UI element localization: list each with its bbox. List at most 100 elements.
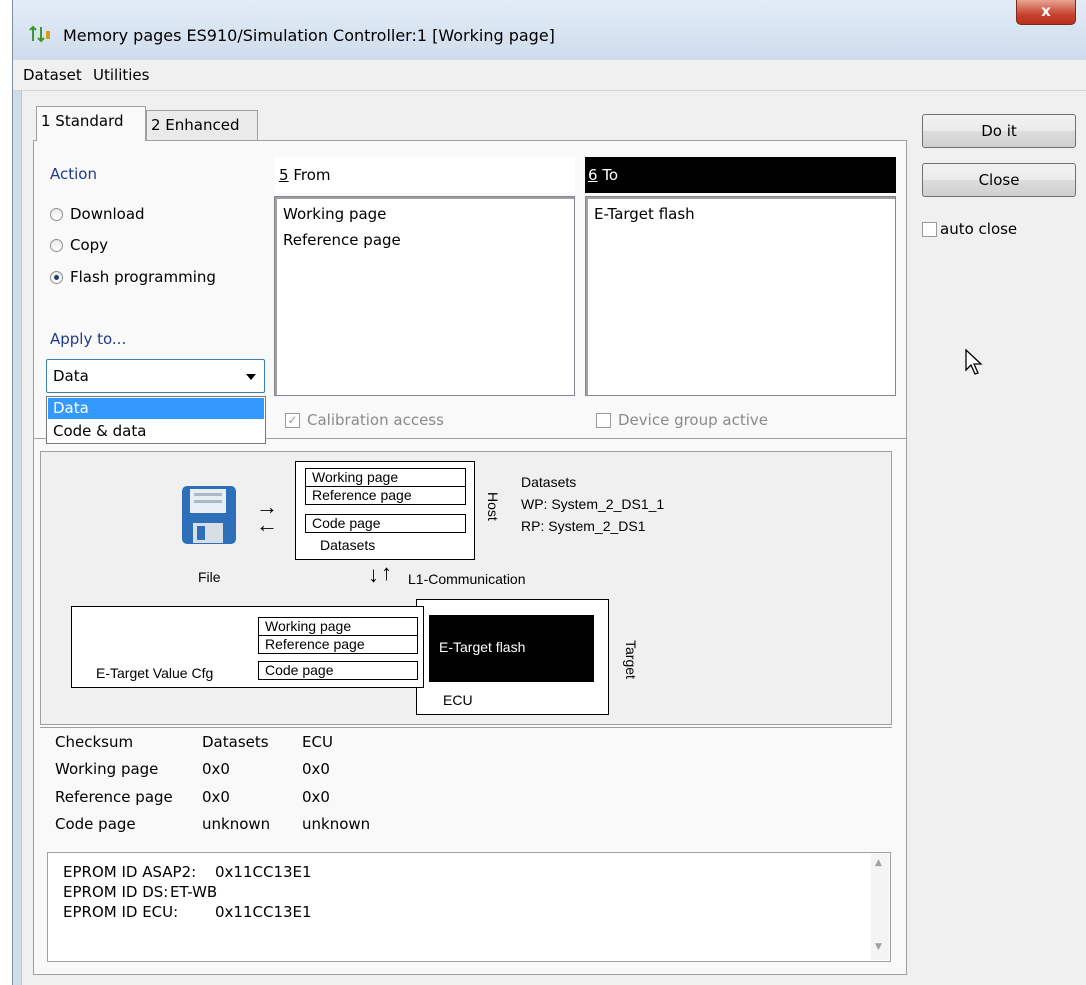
apply-to-selected: Data bbox=[53, 367, 89, 385]
apply-to-combobox[interactable]: Data bbox=[46, 359, 265, 393]
mouse-cursor-icon bbox=[964, 348, 984, 382]
target-working-page-box: Working page bbox=[258, 617, 418, 636]
datasets-title: Datasets bbox=[521, 474, 577, 490]
host-code-page: Code page bbox=[312, 515, 381, 531]
checksum-row-label: Working page bbox=[55, 760, 159, 778]
dropdown-option-code-and-data-label: Code & data bbox=[53, 422, 147, 440]
eprom-info-box[interactable]: EPROM ID ASAP2: 0x11CC13E1 EPROM ID DS: … bbox=[47, 852, 891, 962]
radio-copy[interactable]: Copy bbox=[50, 236, 250, 258]
from-header: 5 From bbox=[274, 157, 575, 193]
auto-close-checkbox[interactable]: auto close bbox=[922, 220, 1062, 240]
auto-close-label: auto close bbox=[940, 220, 1018, 238]
radio-flash-programming[interactable]: Flash programming bbox=[50, 268, 260, 290]
host-reference-page: Reference page bbox=[312, 487, 412, 503]
window-title: Memory pages ES910/Simulation Controller… bbox=[63, 26, 555, 45]
checksum-header-datasets: Datasets bbox=[202, 733, 269, 751]
radio-flash-programming-label: Flash programming bbox=[70, 268, 216, 286]
host-box: Working page Reference page Code page Da… bbox=[295, 461, 475, 560]
floppy-disk-icon bbox=[181, 485, 237, 549]
radio-flash-programming-button[interactable] bbox=[50, 271, 63, 284]
host-label: Host bbox=[485, 492, 501, 521]
to-header-label: 6 To bbox=[588, 166, 619, 184]
close-button[interactable]: Close bbox=[922, 163, 1076, 197]
vertical-scrollbar[interactable]: ▲ ▼ bbox=[871, 854, 889, 960]
tab-standard[interactable]: 1 Standard bbox=[36, 106, 146, 141]
tab-enhanced[interactable]: 2 Enhanced bbox=[146, 110, 258, 140]
radio-copy-button[interactable] bbox=[50, 239, 63, 252]
calibration-access-check[interactable]: ✓ bbox=[285, 413, 300, 428]
app-icon bbox=[29, 25, 53, 45]
eprom-ecu-value: 0x11CC13E1 bbox=[215, 903, 312, 921]
menu-dataset[interactable]: Dataset bbox=[23, 66, 82, 84]
eprom-ds-label: EPROM ID DS: bbox=[63, 883, 169, 901]
checksum-cell: 0x0 bbox=[302, 788, 330, 806]
separator bbox=[40, 727, 892, 728]
memory-diagram: File → ← Working page Reference page Cod… bbox=[40, 451, 892, 725]
target-reference-page: Reference page bbox=[265, 636, 365, 652]
from-item-working-page[interactable]: Working page bbox=[283, 205, 386, 223]
eprom-ecu-label: EPROM ID ECU: bbox=[63, 903, 179, 921]
value-cfg-box: Working page Reference page Code page E-… bbox=[71, 606, 424, 688]
checksum-cell: 0x0 bbox=[202, 788, 230, 806]
scroll-up-icon[interactable]: ▲ bbox=[875, 858, 882, 868]
radio-copy-label: Copy bbox=[70, 236, 109, 254]
radio-download[interactable]: Download bbox=[50, 205, 250, 227]
window-close-button[interactable]: x bbox=[1016, 0, 1076, 25]
ecu-box: E-Target flash ECU bbox=[416, 599, 609, 715]
checksum-row-label: Reference page bbox=[55, 788, 173, 806]
to-header: 6 To bbox=[585, 157, 896, 193]
host-reference-page-box: Reference page bbox=[305, 486, 466, 505]
checksum-table: Checksum Datasets ECU Working page 0x0 0… bbox=[55, 733, 455, 843]
to-listbox[interactable]: E-Target flash bbox=[585, 196, 896, 396]
dropdown-option-data[interactable]: Data bbox=[48, 398, 264, 419]
e-target-flash-box: E-Target flash bbox=[429, 615, 594, 682]
device-group-active-check[interactable] bbox=[596, 413, 611, 428]
e-target-flash-label: E-Target flash bbox=[439, 639, 526, 655]
device-group-active-checkbox[interactable]: Device group active bbox=[596, 411, 826, 431]
target-code-page-box: Code page bbox=[258, 661, 418, 680]
title-bar[interactable]: Memory pages ES910/Simulation Controller… bbox=[13, 0, 1086, 60]
host-working-page: Working page bbox=[312, 469, 399, 485]
tab-standard-label: 1 Standard bbox=[41, 112, 124, 130]
menu-bar: Dataset Utilities bbox=[13, 60, 1086, 91]
eprom-asap2-label: EPROM ID ASAP2: bbox=[63, 863, 197, 881]
checksum-row-label: Code page bbox=[55, 815, 136, 833]
checksum-cell: 0x0 bbox=[202, 760, 230, 778]
target-reference-page-box: Reference page bbox=[258, 635, 418, 654]
host-working-page-box: Working page bbox=[305, 468, 466, 487]
dropdown-option-code-and-data[interactable]: Code & data bbox=[48, 421, 264, 442]
calibration-access-checkbox[interactable]: ✓ Calibration access bbox=[285, 411, 515, 431]
checksum-cell: unknown bbox=[302, 815, 371, 833]
to-item-e-target-flash[interactable]: E-Target flash bbox=[594, 205, 695, 223]
eprom-ds-value: ET-WB bbox=[170, 883, 218, 901]
from-listbox[interactable]: Working page Reference page bbox=[274, 196, 575, 396]
arrow-down-icon: ↓ bbox=[368, 562, 379, 587]
checksum-cell: 0x0 bbox=[302, 760, 330, 778]
tab-enhanced-label: 2 Enhanced bbox=[151, 116, 240, 134]
target-working-page: Working page bbox=[265, 618, 352, 634]
radio-download-label: Download bbox=[70, 205, 145, 223]
file-label: File bbox=[198, 569, 221, 585]
from-item-reference-page[interactable]: Reference page bbox=[283, 231, 401, 249]
auto-close-check[interactable] bbox=[922, 222, 937, 237]
radio-download-button[interactable] bbox=[50, 208, 63, 221]
target-label: Target bbox=[623, 640, 639, 679]
apply-to-dropdown-list: Data Code & data bbox=[46, 396, 266, 444]
rp-dataset: RP: System_2_DS1 bbox=[521, 518, 646, 534]
from-header-label: 5 From bbox=[279, 166, 331, 184]
scroll-down-icon[interactable]: ▼ bbox=[875, 942, 882, 952]
apply-to-heading: Apply to... bbox=[50, 330, 127, 348]
chevron-down-icon[interactable] bbox=[246, 374, 256, 380]
action-heading: Action bbox=[50, 165, 97, 183]
e-target-value-cfg-label: E-Target Value Cfg bbox=[96, 665, 214, 681]
calibration-access-label: Calibration access bbox=[307, 411, 444, 429]
eprom-asap2-value: 0x11CC13E1 bbox=[215, 863, 312, 881]
target-code-page: Code page bbox=[265, 662, 334, 678]
checksum-cell: unknown bbox=[202, 815, 271, 833]
wp-dataset: WP: System_2_DS1_1 bbox=[521, 496, 665, 512]
l1-communication-label: L1-Communication bbox=[408, 571, 526, 587]
device-group-active-label: Device group active bbox=[618, 411, 768, 429]
menu-utilities[interactable]: Utilities bbox=[93, 66, 149, 84]
do-it-button[interactable]: Do it bbox=[922, 114, 1076, 148]
host-code-page-box: Code page bbox=[305, 514, 466, 533]
